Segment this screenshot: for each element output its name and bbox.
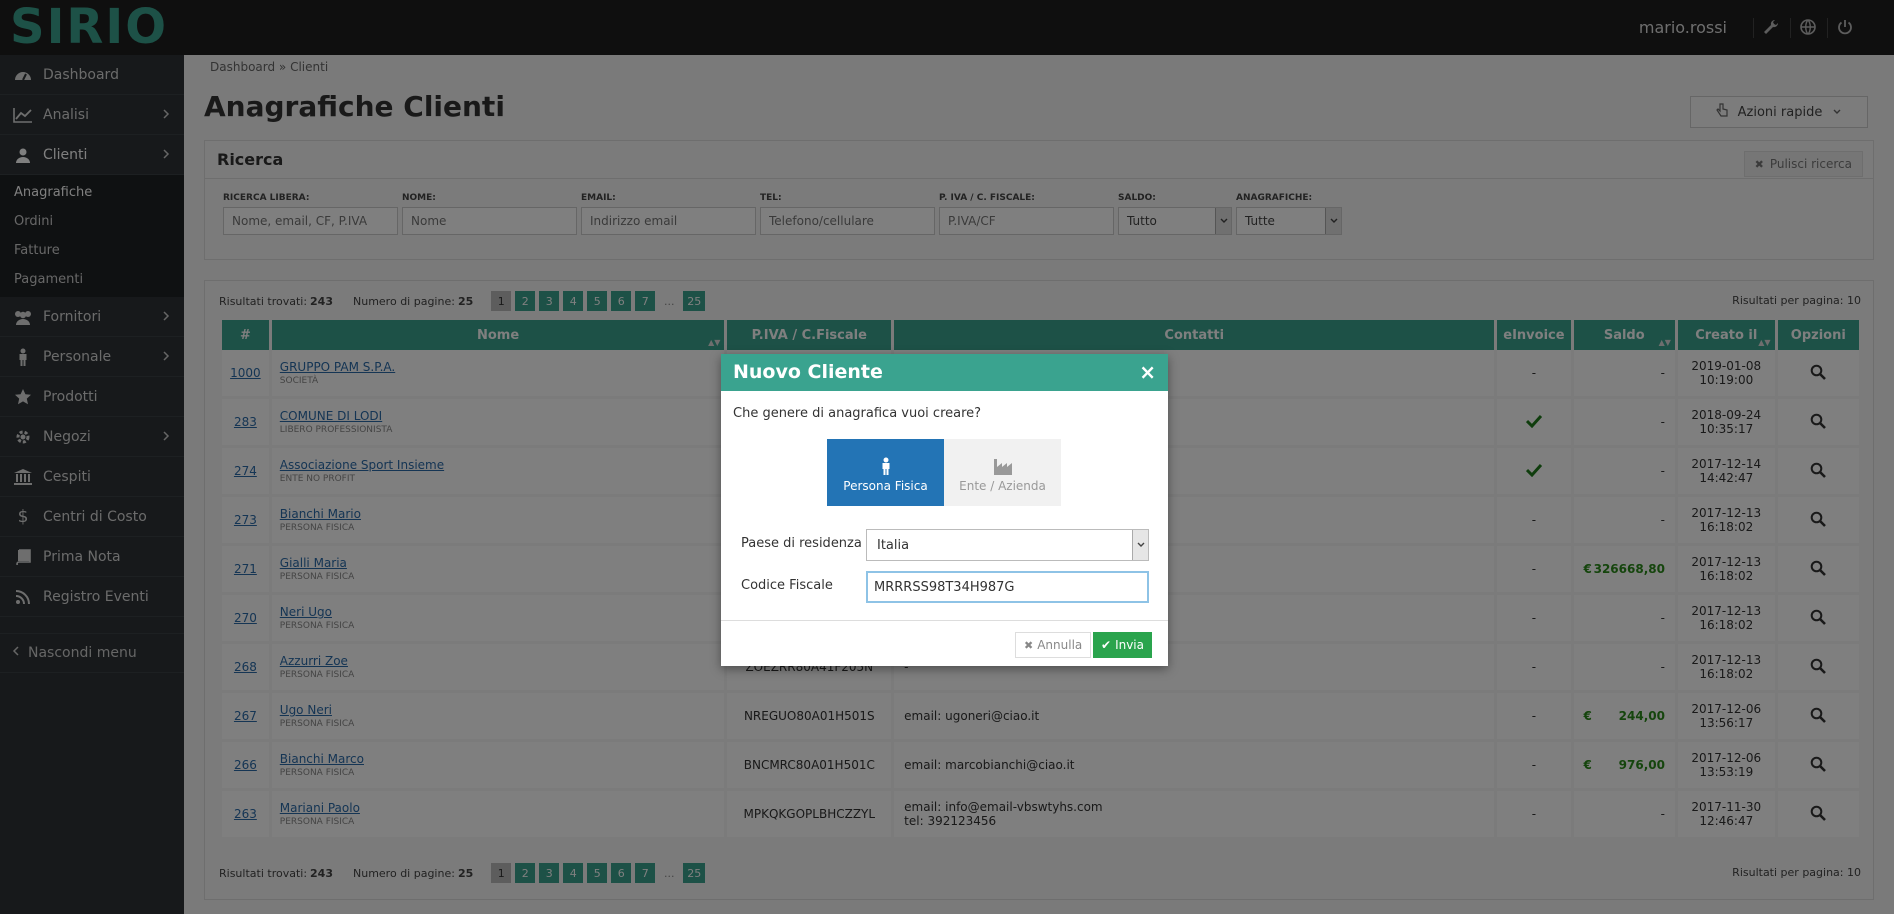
close-icon: ✖ (1024, 638, 1034, 652)
send-button[interactable]: ✔ Invia (1093, 632, 1152, 658)
check-icon: ✔ (1101, 638, 1112, 652)
fiscal-code-input[interactable] (866, 571, 1149, 603)
modal-header: Nuovo Cliente × (721, 354, 1168, 391)
country-select[interactable]: Italia (866, 529, 1149, 561)
modal-title: Nuovo Cliente (733, 361, 883, 383)
cancel-button[interactable]: ✖ Annulla (1015, 632, 1092, 658)
chevron-down-icon (1132, 530, 1148, 560)
fiscal-code-label: Codice Fiscale (741, 578, 833, 593)
modal-footer: ✖ Annulla ✔ Invia (721, 620, 1168, 666)
modal-question: Che genere di anagrafica vuoi creare? (733, 406, 982, 421)
industry-icon (993, 453, 1013, 475)
close-icon[interactable]: × (1139, 354, 1156, 391)
country-label: Paese di residenza (741, 536, 862, 551)
person-icon (881, 453, 891, 475)
type-person-button[interactable]: Persona Fisica (827, 439, 944, 506)
new-client-modal: Nuovo Cliente × Che genere di anagrafica… (721, 354, 1168, 666)
type-company-button[interactable]: Ente / Azienda (944, 439, 1061, 506)
client-type-toggle: Persona Fisica Ente / Azienda (827, 439, 1061, 506)
